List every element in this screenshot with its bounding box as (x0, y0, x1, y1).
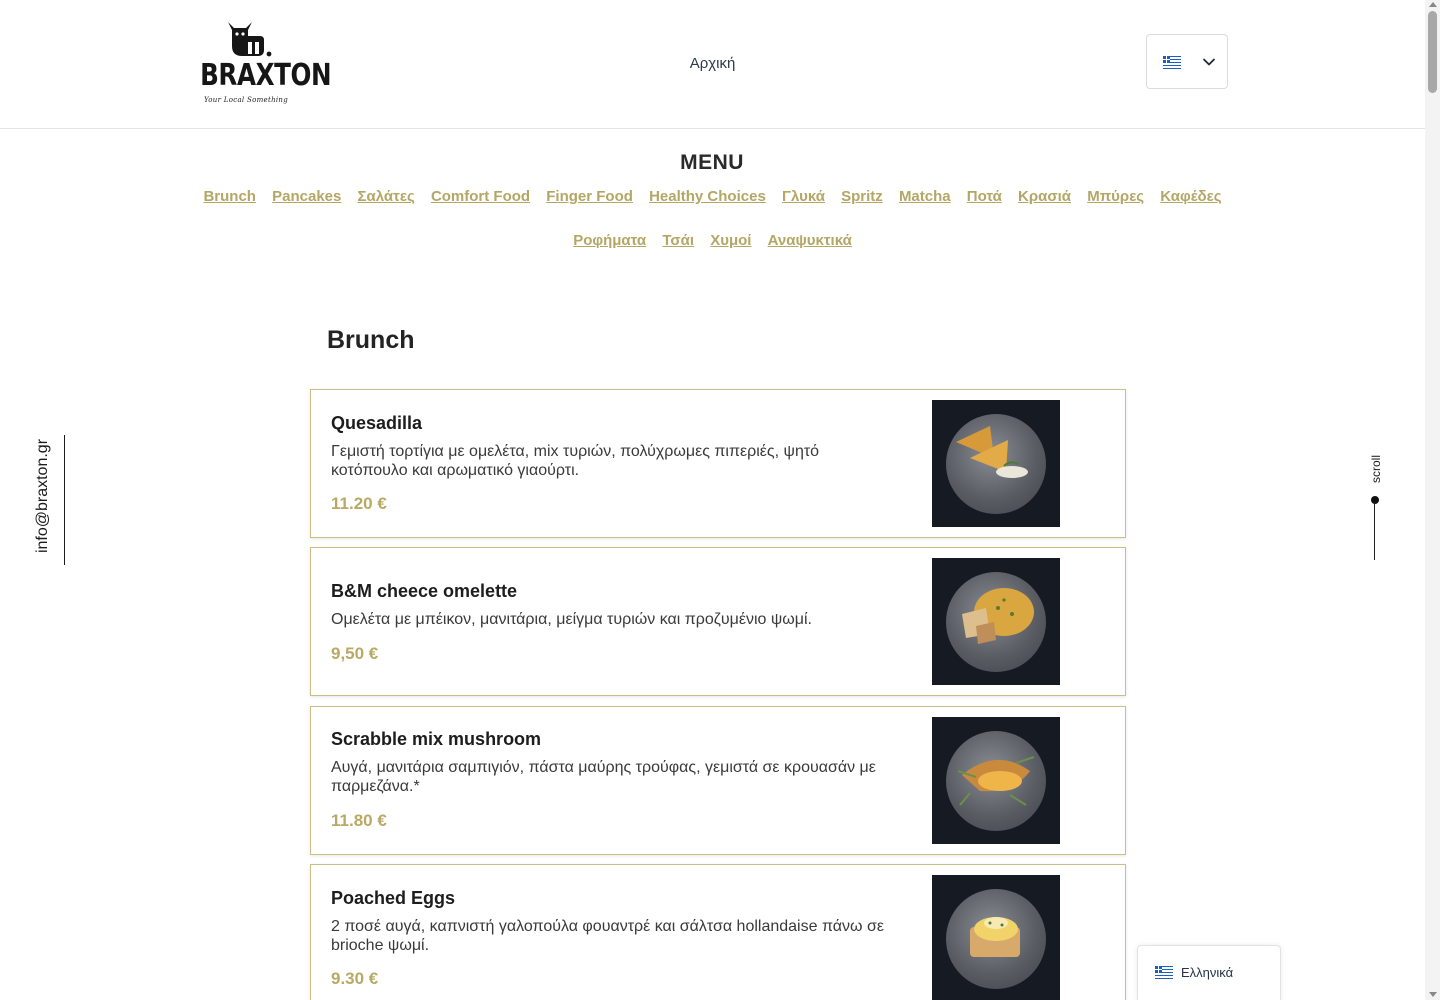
contact-email-link[interactable]: info@braxton.gr (17, 435, 77, 567)
category-link-finger-food[interactable]: Finger Food (546, 188, 633, 205)
chevron-down-icon (1203, 58, 1215, 66)
contact-email: info@braxton.gr (34, 438, 51, 554)
scroll-up-arrow-icon[interactable] (1429, 2, 1437, 7)
language-switcher-widget[interactable]: Ελληνικά (1137, 945, 1281, 1000)
menu-item-photo (932, 400, 1060, 527)
category-link-healthy-choices[interactable]: Healthy Choices (649, 188, 766, 205)
category-link-pota[interactable]: Ποτά (967, 188, 1002, 205)
section-title: Brunch (327, 326, 415, 354)
greek-flag-icon (1163, 56, 1181, 69)
category-link-tsai[interactable]: Τσάι (662, 232, 694, 249)
menu-item-price: 9.30 € (331, 969, 379, 988)
menu-item-card[interactable]: Poached Eggs 2 ποσέ αυγά, καπνιστή γαλοπ… (310, 864, 1126, 1000)
site-header: BRAXTON Your Local Something Αρχική (0, 0, 1425, 129)
category-link-comfort-food[interactable]: Comfort Food (431, 188, 530, 205)
menu-item-price: 11.80 € (331, 811, 387, 830)
scroll-line (1374, 502, 1375, 560)
language-select[interactable] (1146, 34, 1228, 89)
menu-item-description: Αυγά, μανιτάρια σαμπιγιόν, πάστα μαύρης … (331, 759, 876, 795)
category-link-kafedes[interactable]: Καφέδες (1160, 188, 1221, 205)
menu-item-name: Quesadilla (331, 413, 423, 433)
menu-item-card[interactable]: B&M cheece omelette Ομελέτα με μπέικον, … (310, 547, 1126, 696)
menu-item-name: Scrabble mix mushroom (331, 729, 542, 749)
page-scrollbar[interactable] (1425, 0, 1440, 1000)
logo-tagline: Your Local Something (203, 96, 289, 104)
category-link-anapsyktika[interactable]: Αναψυκτικά (768, 232, 852, 249)
nav-link-home[interactable]: Αρχική (640, 55, 785, 72)
menu-item-card[interactable]: Scrabble mix mushroom Αυγά, μανιτάρια σα… (310, 706, 1126, 855)
category-links-row-2: Ροφήματα Τσάι Χυμοί Αναψυκτικά (0, 232, 1425, 249)
category-link-matcha[interactable]: Matcha (899, 188, 951, 205)
language-label: Ελληνικά (1181, 965, 1234, 980)
menu-item-description: 2 ποσέ αυγά, καπνιστή γαλοπούλα φουαντρέ… (331, 918, 884, 954)
menu-item-price: 11.20 € (331, 494, 387, 513)
category-link-pancakes[interactable]: Pancakes (272, 188, 341, 205)
braxton-logo[interactable]: BRAXTON Your Local Something (190, 18, 332, 110)
scroll-dot-icon (1371, 496, 1379, 504)
category-link-krasia[interactable]: Κρασιά (1018, 188, 1071, 205)
menu-item-name: Poached Eggs (331, 888, 456, 908)
scroll-label: scroll (1369, 455, 1383, 484)
cat-logo-icon (228, 22, 272, 57)
category-link-brunch[interactable]: Brunch (203, 188, 256, 205)
menu-item-name: B&M cheece omelette (331, 581, 518, 601)
menu-item-price: 9,50 € (331, 644, 379, 663)
greek-flag-icon (1155, 966, 1173, 979)
category-link-glyka[interactable]: Γλυκά (782, 188, 825, 205)
category-link-xymoi[interactable]: Χυμοί (710, 232, 751, 249)
menu-item-photo (932, 558, 1060, 685)
logo-brand-text: BRAXTON (200, 58, 332, 93)
menu-item-photo (932, 875, 1060, 1000)
category-link-salates[interactable]: Σαλάτες (358, 188, 415, 205)
menu-item-description: Γεμιστή τορτίγια με ομελέτα, mix τυριών,… (331, 443, 820, 479)
menu-item-card[interactable]: Quesadilla Γεμιστή τορτίγια με ομελέτα, … (310, 389, 1126, 538)
category-link-bires[interactable]: Μπύρες (1087, 188, 1144, 205)
menu-item-photo (932, 717, 1060, 844)
menu-item-description: Ομελέτα με μπέικον, μανιτάρια, μείγμα τυ… (331, 611, 812, 628)
scrollbar-thumb[interactable] (1428, 11, 1437, 93)
category-link-rofimata[interactable]: Ροφήματα (573, 232, 646, 249)
menu-title: MENU (680, 151, 744, 174)
scroll-down-arrow-icon[interactable] (1429, 992, 1437, 997)
scroll-indicator: scroll (1358, 450, 1394, 562)
email-divider-line (64, 435, 65, 565)
category-link-spritz[interactable]: Spritz (841, 188, 883, 205)
category-links-row-1: Brunch Pancakes Σαλάτες Comfort Food Fin… (0, 188, 1425, 205)
